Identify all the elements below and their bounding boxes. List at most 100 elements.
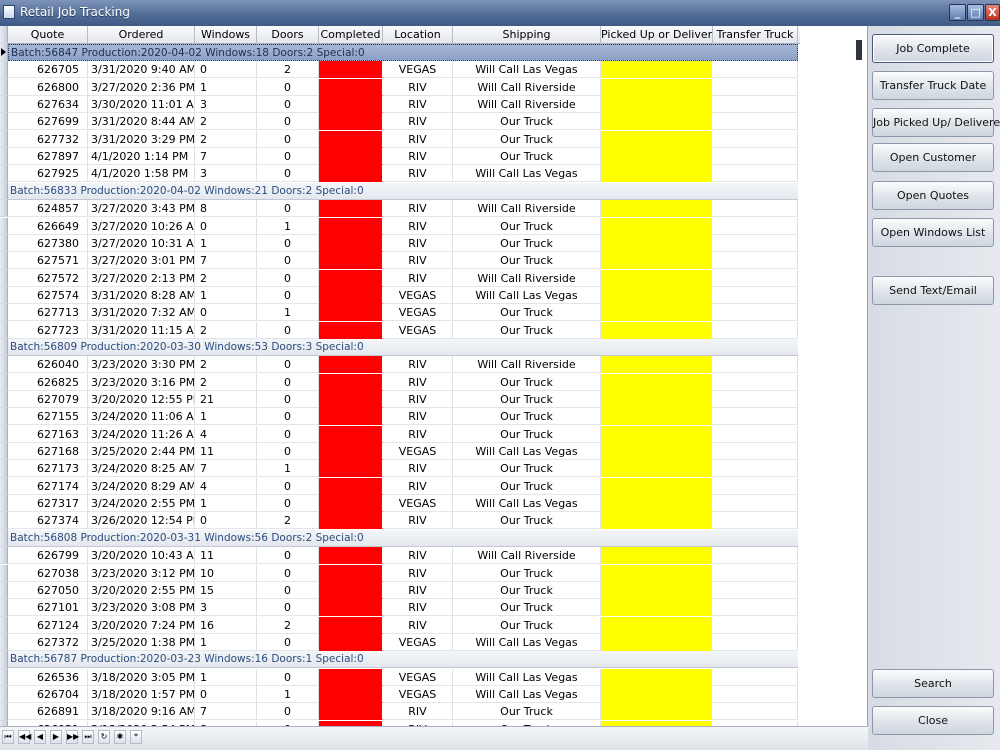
picked-up-cell[interactable] [601,200,713,218]
quote-cell[interactable]: 627713 [8,304,88,322]
row-selector[interactable] [0,234,8,253]
completed-cell[interactable] [319,564,383,582]
picked-up-cell[interactable] [601,460,713,478]
shipping-cell[interactable]: Will Call Riverside [453,269,601,287]
ordered-cell[interactable]: 3/31/2020 8:28 AM [88,286,195,304]
quote-cell[interactable]: 627155 [8,408,88,426]
windows-cell[interactable]: 11 [195,547,257,565]
first-record-icon[interactable]: ⏮ [2,730,14,744]
ordered-cell[interactable]: 3/24/2020 11:26 AM [88,425,195,443]
completed-cell[interactable] [319,703,383,721]
shipping-cell[interactable]: Our Truck [453,477,601,495]
windows-cell[interactable]: 1 [195,633,257,651]
location-cell[interactable]: RIV [383,165,453,183]
shipping-cell[interactable]: Our Truck [453,616,601,634]
job-row[interactable]: 627038 3/23/2020 3:12 PM 10 0 RIV Our Truck [8,564,798,582]
location-cell[interactable]: RIV [383,391,453,408]
location-cell[interactable]: RIV [383,703,453,721]
column-header-5[interactable]: Location [383,26,453,44]
shipping-cell[interactable]: Our Truck [453,425,601,443]
shipping-cell[interactable]: Our Truck [453,408,601,426]
row-selector[interactable] [0,165,8,183]
job-row[interactable]: 624857 3/27/2020 3:43 PM 8 0 RIV Will Call Ri… [8,200,798,218]
quote-cell[interactable]: 627038 [8,564,88,582]
picked-up-cell[interactable] [601,668,713,686]
doors-cell[interactable]: 0 [257,477,319,495]
job-row[interactable]: 627079 3/20/2020 12:55 PM 21 0 RIV Our Truck [8,391,798,408]
windows-cell[interactable]: 0 [195,304,257,322]
completed-cell[interactable] [319,581,383,599]
quote-cell[interactable]: 627174 [8,477,88,495]
batch-group-row[interactable]: Batch:56833 Production:2020-04-02 Window… [8,182,798,200]
location-cell[interactable]: RIV [383,547,453,565]
job-row[interactable]: 627168 3/25/2020 2:44 PM 11 0 VEGAS Will Call… [8,443,798,461]
completed-cell[interactable] [319,685,383,703]
doors-cell[interactable]: 0 [257,113,319,131]
completed-cell[interactable] [319,165,383,183]
row-selector[interactable] [0,651,8,669]
completed-cell[interactable] [319,61,383,79]
transfer-truck-cell[interactable] [713,564,798,582]
job-row[interactable]: 627925 4/1/2020 1:58 PM 3 0 RIV Will Call Las… [8,165,798,183]
row-selector[interactable] [0,460,8,478]
shipping-cell[interactable]: Our Truck [453,304,601,322]
windows-cell[interactable]: 1 [195,668,257,686]
doors-cell[interactable]: 0 [257,286,319,304]
location-cell[interactable]: VEGAS [383,668,453,686]
completed-cell[interactable] [319,408,383,426]
job-row[interactable]: 627723 3/31/2020 11:15 AM 2 0 VEGAS Our Truck [8,321,798,339]
doors-cell[interactable]: 0 [257,200,319,218]
quote-cell[interactable]: 627732 [8,130,88,148]
doors-cell[interactable]: 0 [257,165,319,183]
ordered-cell[interactable]: 3/26/2020 12:54 PM [88,512,195,530]
shipping-cell[interactable]: Will Call Las Vegas [453,633,601,651]
doors-cell[interactable]: 0 [257,425,319,443]
row-selector[interactable] [0,633,8,652]
shipping-cell[interactable]: Our Truck [453,599,601,617]
picked-up-cell[interactable] [601,477,713,495]
windows-cell[interactable]: 0 [195,512,257,530]
doors-cell[interactable]: 0 [257,633,319,651]
transfer-truck-cell[interactable] [713,373,798,391]
windows-cell[interactable]: 0 [195,61,257,79]
picked-up-cell[interactable] [601,425,713,443]
transfer-truck-cell[interactable] [713,96,798,114]
picked-up-cell[interactable] [601,286,713,304]
windows-cell[interactable]: 21 [195,391,257,408]
completed-cell[interactable] [319,633,383,651]
row-selector[interactable] [0,78,8,97]
row-selector[interactable] [0,61,8,79]
transfer-truck-cell[interactable] [713,443,798,461]
column-header-8[interactable]: Transfer Truck [713,26,798,44]
row-selector[interactable] [0,616,8,634]
completed-cell[interactable] [319,113,383,131]
completed-cell[interactable] [319,477,383,495]
windows-cell[interactable]: 8 [195,200,257,218]
job-row[interactable]: 627372 3/25/2020 1:38 PM 1 0 VEGAS Will Call … [8,633,798,651]
job-row[interactable]: 627317 3/24/2020 2:55 PM 1 0 VEGAS Will Call … [8,495,798,513]
doors-cell[interactable]: 0 [257,234,319,252]
picked-up-cell[interactable] [601,547,713,565]
job-row[interactable]: 627699 3/31/2020 8:44 AM 2 0 RIV Our Truck [8,113,798,131]
transfer-truck-cell[interactable] [713,304,798,322]
ordered-cell[interactable]: 3/27/2020 3:01 PM [88,252,195,270]
windows-cell[interactable]: 7 [195,252,257,270]
location-cell[interactable]: VEGAS [383,685,453,703]
transfer-truck-cell[interactable] [713,130,798,148]
shipping-cell[interactable]: Our Truck [453,373,601,391]
row-selector[interactable] [0,373,8,391]
completed-cell[interactable] [319,460,383,478]
completed-cell[interactable] [319,234,383,252]
job-row[interactable]: 627897 4/1/2020 1:14 PM 7 0 RIV Our Truck [8,148,798,166]
job-row[interactable]: 627124 3/20/2020 7:24 PM 16 2 RIV Our Truck [8,616,798,634]
shipping-cell[interactable]: Our Truck [453,321,601,339]
column-header-1[interactable]: Ordered [88,26,195,44]
completed-cell[interactable] [319,373,383,391]
quote-cell[interactable]: 627101 [8,599,88,617]
location-cell[interactable]: RIV [383,512,453,530]
ordered-cell[interactable]: 3/23/2020 3:30 PM [88,356,195,374]
ordered-cell[interactable]: 3/18/2020 9:16 AM [88,703,195,721]
job-row[interactable]: 626705 3/31/2020 9:40 AM 0 2 VEGAS Will Call … [8,61,798,79]
doors-cell[interactable]: 1 [257,460,319,478]
shipping-cell[interactable]: Our Truck [453,391,601,408]
